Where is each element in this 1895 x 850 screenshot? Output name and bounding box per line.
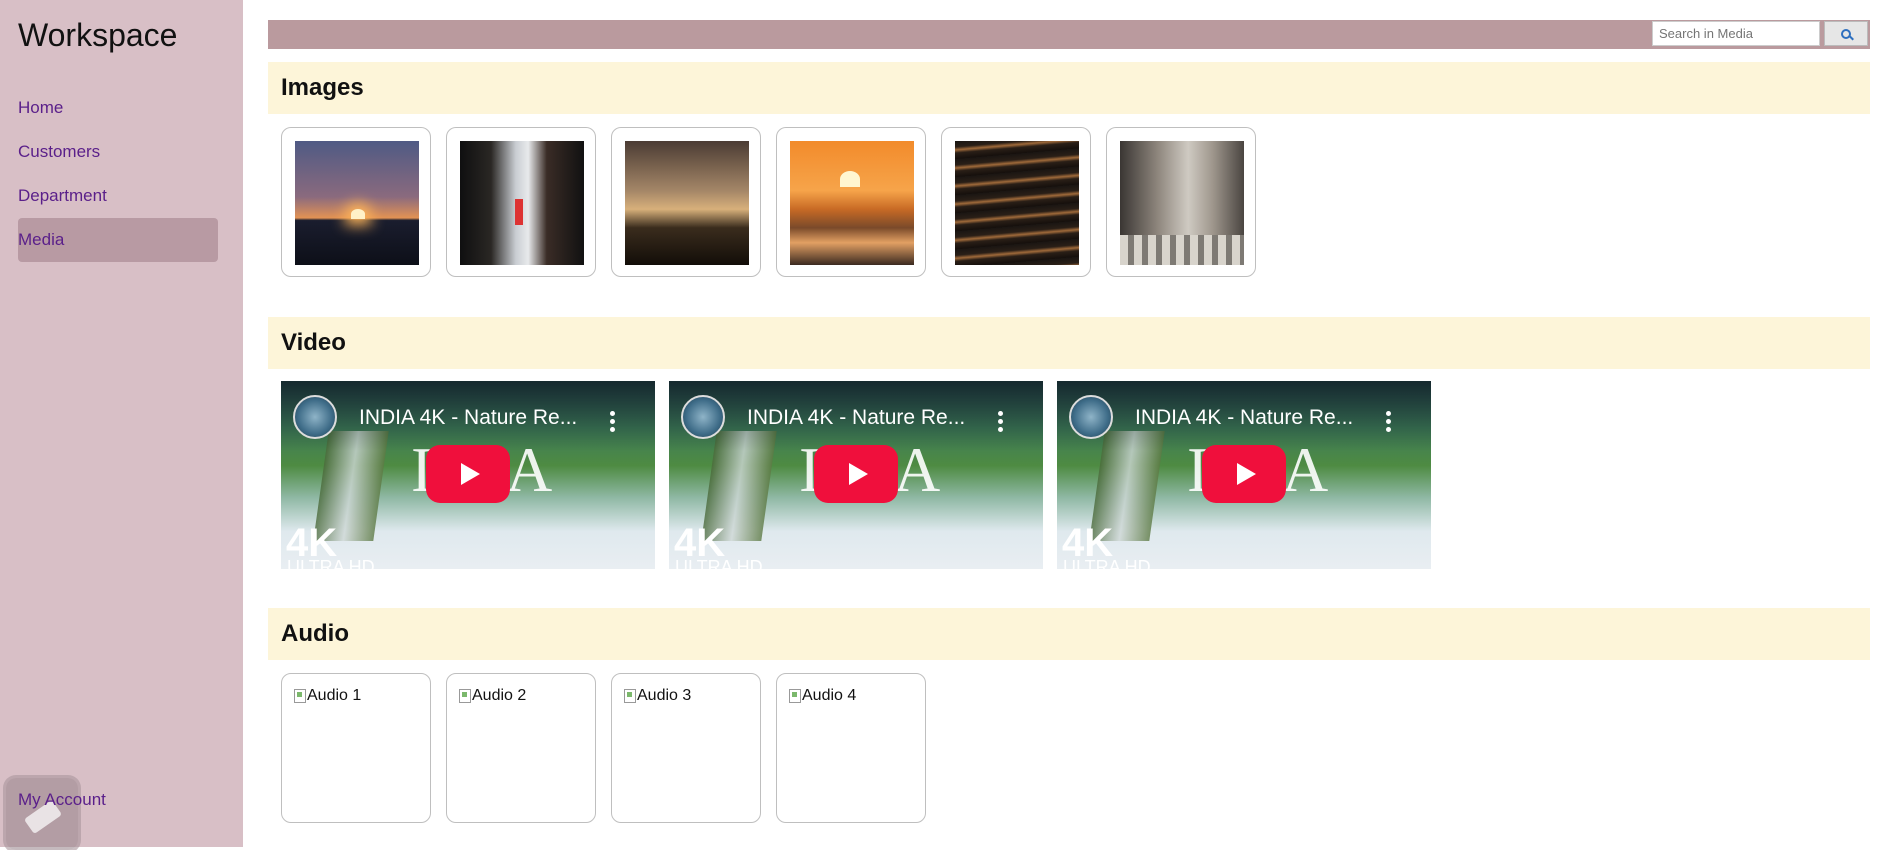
video-subtitle: ULTRA HD [675, 557, 763, 569]
channel-avatar[interactable] [1069, 395, 1113, 439]
search-button[interactable] [1824, 21, 1868, 46]
sidebar-item-home[interactable]: Home [18, 86, 218, 130]
play-icon[interactable] [426, 445, 510, 503]
search-input[interactable] [1652, 21, 1820, 46]
sidebar-nav: Home Customers Department Media [18, 86, 218, 262]
play-icon[interactable] [1202, 445, 1286, 503]
video-title[interactable]: INDIA 4K - Nature Re... [747, 406, 965, 430]
audio-label: Audio 1 [307, 687, 362, 704]
my-account-link[interactable]: My Account [18, 790, 106, 810]
image-card-5[interactable] [941, 127, 1091, 277]
brand-title: Workspace [18, 17, 178, 53]
image-thumbnail [1120, 141, 1244, 265]
image-thumbnail [295, 141, 419, 265]
video-embed-1[interactable]: INDIA 4K - Nature Re... I A 4K ULTRA HD [281, 381, 655, 569]
audio-label: Audio 3 [637, 687, 692, 704]
broken-image-icon [294, 689, 306, 703]
broken-image-icon [459, 689, 471, 703]
kebab-menu-icon[interactable] [998, 411, 1003, 435]
video-title[interactable]: INDIA 4K - Nature Re... [1135, 406, 1353, 430]
account-edit-badge[interactable] [6, 778, 78, 850]
video-title[interactable]: INDIA 4K - Nature Re... [359, 406, 577, 430]
image-card-3[interactable] [611, 127, 761, 277]
top-bar [268, 20, 1870, 49]
audio-label: Audio 2 [472, 687, 527, 704]
image-thumbnail [460, 141, 584, 265]
title-art-letter: A [1282, 434, 1329, 505]
image-thumbnail [955, 141, 1079, 265]
sidebar: Workspace Home Customers Department Medi… [0, 0, 243, 850]
sidebar-item-media[interactable]: Media [18, 218, 218, 262]
image-card-4[interactable] [776, 127, 926, 277]
kebab-menu-icon[interactable] [610, 411, 615, 435]
play-icon[interactable] [814, 445, 898, 503]
channel-avatar[interactable] [681, 395, 725, 439]
audio-card-4[interactable]: Audio 4 [776, 673, 926, 823]
broken-image-icon [624, 689, 636, 703]
channel-avatar[interactable] [293, 395, 337, 439]
broken-image-icon [789, 689, 801, 703]
images-section-header: Images [268, 62, 1870, 114]
audio-section-header: Audio [268, 608, 1870, 660]
video-subtitle: ULTRA HD [1063, 557, 1151, 569]
video-embed-3[interactable]: INDIA 4K - Nature Re... I A 4K ULTRA HD [1057, 381, 1431, 569]
audio-label: Audio 4 [802, 687, 857, 704]
kebab-menu-icon[interactable] [1386, 411, 1391, 435]
magnifier-icon [1841, 28, 1851, 39]
video-section-header: Video [268, 317, 1870, 369]
image-card-6[interactable] [1106, 127, 1256, 277]
audio-card-2[interactable]: Audio 2 [446, 673, 596, 823]
video-subtitle: ULTRA HD [287, 557, 375, 569]
image-thumbnail [625, 141, 749, 265]
sidebar-item-customers[interactable]: Customers [18, 130, 218, 174]
sidebar-item-department[interactable]: Department [18, 174, 218, 218]
title-art-letter: A [506, 434, 553, 505]
audio-card-1[interactable]: Audio 1 [281, 673, 431, 823]
title-art-letter: A [894, 434, 941, 505]
image-card-2[interactable] [446, 127, 596, 277]
video-embed-2[interactable]: INDIA 4K - Nature Re... I A 4K ULTRA HD [669, 381, 1043, 569]
audio-card-3[interactable]: Audio 3 [611, 673, 761, 823]
image-thumbnail [790, 141, 914, 265]
image-card-1[interactable] [281, 127, 431, 277]
